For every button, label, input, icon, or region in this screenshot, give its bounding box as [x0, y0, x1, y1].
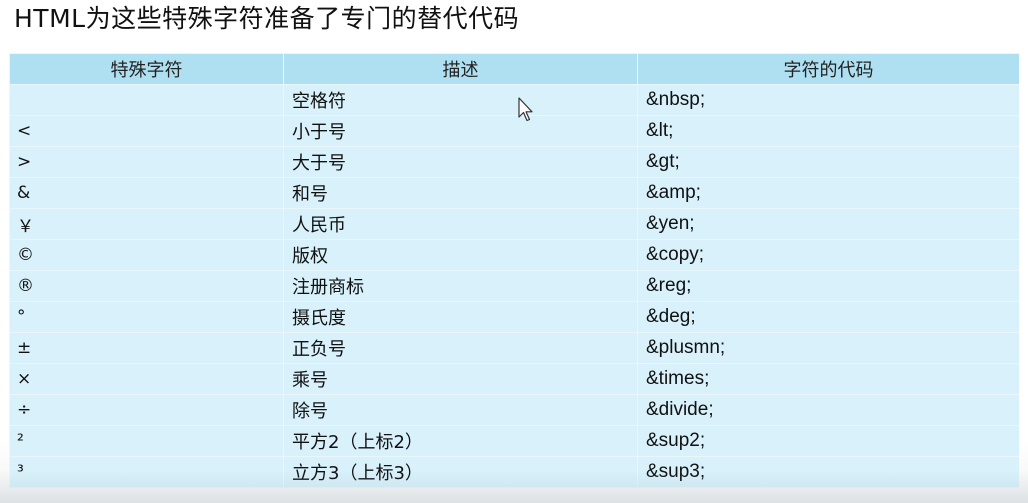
description-cell: 乘号: [283, 363, 638, 395]
code-cell: &plusmn;: [637, 332, 1019, 364]
description-cell: 正负号: [283, 332, 638, 364]
symbol-cell: ±: [9, 332, 284, 364]
table-row: 空格符 &nbsp;: [9, 84, 1019, 116]
symbol-cell: ￥: [9, 208, 284, 240]
description-cell: 小于号: [283, 115, 638, 147]
code-cell: &nbsp;: [637, 84, 1019, 116]
special-characters-table: 特殊字符 描述 字符的代码 空格符 &nbsp; < 小于号 &lt; > 大于…: [9, 53, 1019, 488]
symbol-cell: °: [9, 301, 284, 333]
header-description: 描述: [283, 53, 638, 85]
code-cell: &sup2;: [637, 425, 1019, 457]
table-row: ³ 立方3（上标3） &sup3;: [9, 456, 1019, 488]
table-row: © 版权 &copy;: [9, 239, 1019, 271]
symbol-cell: &: [9, 177, 284, 209]
description-cell: 人民币: [283, 208, 638, 240]
code-cell: &times;: [637, 363, 1019, 395]
table-row: ® 注册商标 &reg;: [9, 270, 1019, 302]
symbol-cell: <: [9, 115, 284, 147]
description-cell: 注册商标: [283, 270, 638, 302]
description-cell: 大于号: [283, 146, 638, 178]
description-cell: 立方3（上标3）: [283, 456, 638, 488]
symbol-cell: ×: [9, 363, 284, 395]
code-cell: &amp;: [637, 177, 1019, 209]
symbol-cell: >: [9, 146, 284, 178]
code-cell: &reg;: [637, 270, 1019, 302]
slide-page: HTML为这些特殊字符准备了专门的替代代码 特殊字符 描述 字符的代码 空格符 …: [0, 0, 1028, 503]
symbol-cell: ÷: [9, 394, 284, 426]
mouse-pointer-icon: [518, 97, 533, 122]
symbol-cell: ²: [9, 425, 284, 457]
table-row: > 大于号 &gt;: [9, 146, 1019, 178]
header-special-character: 特殊字符: [9, 53, 284, 85]
code-cell: &gt;: [637, 146, 1019, 178]
symbol-cell: ®: [9, 270, 284, 302]
table-row: < 小于号 &lt;: [9, 115, 1019, 147]
code-cell: &lt;: [637, 115, 1019, 147]
description-cell: 摄氏度: [283, 301, 638, 333]
description-cell: 除号: [283, 394, 638, 426]
code-cell: &deg;: [637, 301, 1019, 333]
table-row: ² 平方2（上标2） &sup2;: [9, 425, 1019, 457]
page-title: HTML为这些特殊字符准备了专门的替代代码: [14, 4, 520, 33]
table-row: & 和号 &amp;: [9, 177, 1019, 209]
symbol-cell: ©: [9, 239, 284, 271]
description-cell: 版权: [283, 239, 638, 271]
code-cell: &divide;: [637, 394, 1019, 426]
description-cell: 平方2（上标2）: [283, 425, 638, 457]
table-header-row: 特殊字符 描述 字符的代码: [9, 53, 1019, 85]
table-row: ° 摄氏度 &deg;: [9, 301, 1019, 333]
symbol-cell: ³: [9, 456, 284, 488]
special-characters-table-wrapper: 特殊字符 描述 字符的代码 空格符 &nbsp; < 小于号 &lt; > 大于…: [9, 53, 1019, 497]
description-cell: 空格符: [283, 84, 638, 116]
header-character-code: 字符的代码: [637, 53, 1019, 85]
table-row: ÷ 除号 &divide;: [9, 394, 1019, 426]
description-cell: 和号: [283, 177, 638, 209]
table-row: × 乘号 &times;: [9, 363, 1019, 395]
code-cell: &yen;: [637, 208, 1019, 240]
code-cell: &copy;: [637, 239, 1019, 271]
code-cell: &sup3;: [637, 456, 1019, 488]
symbol-cell: [9, 84, 284, 116]
table-row: ￥ 人民币 &yen;: [9, 208, 1019, 240]
table-row: ± 正负号 &plusmn;: [9, 332, 1019, 364]
